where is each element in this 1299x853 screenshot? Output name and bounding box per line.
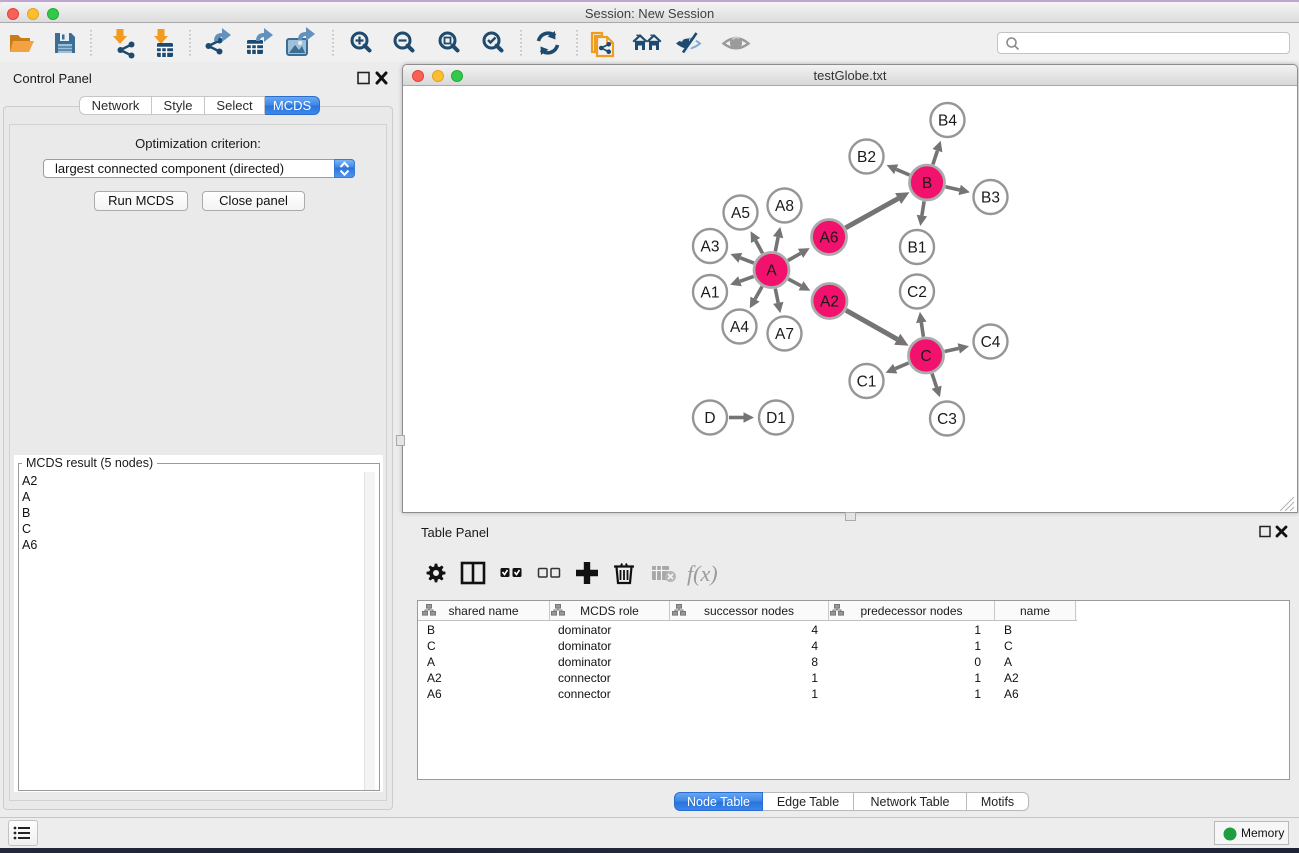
svg-text:B: B <box>1004 623 1012 637</box>
svg-text:connector: connector <box>558 687 611 701</box>
svg-text:8: 8 <box>811 655 818 669</box>
svg-text:C: C <box>920 348 931 365</box>
svg-text:0: 0 <box>974 655 981 669</box>
svg-text:A: A <box>766 263 777 280</box>
svg-text:1: 1 <box>811 671 818 685</box>
svg-text:dominator: dominator <box>558 639 611 653</box>
svg-text:A2: A2 <box>1004 671 1019 685</box>
svg-text:4: 4 <box>811 623 818 637</box>
svg-text:A7: A7 <box>775 326 794 343</box>
svg-text:A2: A2 <box>427 671 442 685</box>
svg-text:B2: B2 <box>857 149 876 166</box>
svg-text:A: A <box>1004 655 1012 669</box>
svg-text:A5: A5 <box>731 205 750 222</box>
svg-text:D1: D1 <box>766 410 786 427</box>
svg-text:C3: C3 <box>937 411 957 428</box>
svg-text:1: 1 <box>974 623 981 637</box>
svg-text:1: 1 <box>811 687 818 701</box>
svg-text:A1: A1 <box>701 285 720 302</box>
svg-text:C2: C2 <box>907 284 927 301</box>
svg-text:C4: C4 <box>981 334 1001 351</box>
svg-text:A6: A6 <box>1004 687 1019 701</box>
svg-text:B: B <box>922 175 932 192</box>
svg-text:dominator: dominator <box>558 655 611 669</box>
svg-text:A4: A4 <box>730 319 749 336</box>
svg-text:A6: A6 <box>820 230 839 247</box>
svg-text:f(x): f(x) <box>687 561 718 586</box>
svg-text:1: 1 <box>974 671 981 685</box>
svg-text:connector: connector <box>558 671 611 685</box>
svg-text:B4: B4 <box>938 113 957 130</box>
svg-text:B1: B1 <box>908 240 927 257</box>
svg-text:A8: A8 <box>775 198 794 215</box>
svg-text:A: A <box>427 655 435 669</box>
svg-text:1: 1 <box>974 639 981 653</box>
svg-text:B3: B3 <box>981 190 1000 207</box>
svg-text:B: B <box>427 623 435 637</box>
svg-text:A3: A3 <box>701 239 720 256</box>
svg-text:C: C <box>427 639 436 653</box>
svg-text:C: C <box>1004 639 1013 653</box>
svg-text:4: 4 <box>811 639 818 653</box>
svg-text:1: 1 <box>974 687 981 701</box>
svg-text:A2: A2 <box>820 294 839 311</box>
svg-text:A6: A6 <box>427 687 442 701</box>
svg-text:C1: C1 <box>857 374 877 391</box>
svg-text:D: D <box>704 410 715 427</box>
svg-text:dominator: dominator <box>558 623 611 637</box>
